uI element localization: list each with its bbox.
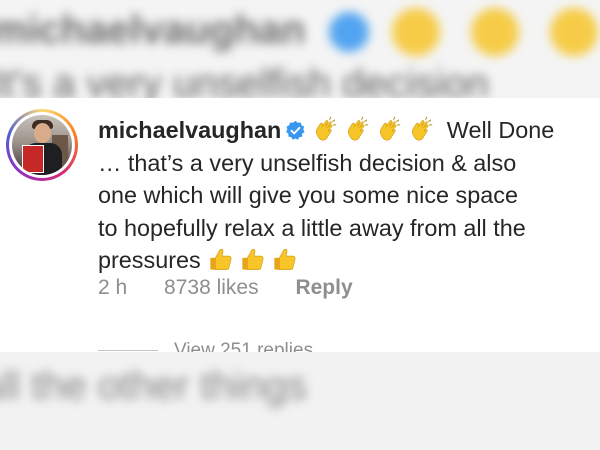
comment-line-3: to hopefully relax a little away from al… bbox=[98, 214, 526, 241]
username-link[interactable]: michaelvaughan bbox=[98, 117, 281, 143]
comment: michaelvaughan Well Done … that’s a very… bbox=[0, 100, 600, 361]
comment-line-1: … that’s a very unselfish decision & als… bbox=[98, 149, 517, 176]
bg-clap-icon bbox=[470, 8, 519, 57]
comment-time: 2 h bbox=[98, 276, 128, 299]
verified-icon bbox=[286, 120, 305, 140]
bg-verified-icon bbox=[328, 12, 369, 53]
reply-button[interactable]: Reply bbox=[295, 276, 352, 299]
bg-username: michaelvaughan bbox=[0, 8, 306, 52]
avatar-photo bbox=[12, 115, 72, 175]
thumbs-up-icon bbox=[242, 248, 264, 270]
likes-count[interactable]: 8738 likes bbox=[164, 276, 259, 299]
blurred-background-top: michaelvaughan W It's a very unselfish d… bbox=[0, 0, 600, 98]
clapping-hands-icon bbox=[348, 116, 369, 141]
thumbs-up-icon bbox=[210, 248, 232, 270]
bg-clap-icon bbox=[391, 8, 440, 57]
comment-meta: 2 h 8738 likes Reply bbox=[98, 276, 384, 300]
clapping-hands-icon bbox=[412, 116, 433, 141]
clapping-hands-icon bbox=[380, 116, 401, 141]
comment-line-4: pressures bbox=[98, 247, 201, 273]
comment-text: michaelvaughan Well Done … that’s a very… bbox=[98, 114, 592, 277]
comment-text-head: Well Done bbox=[446, 117, 555, 143]
bg-bottom-text: all the other things bbox=[0, 364, 307, 408]
thumbs-up-icon bbox=[274, 248, 296, 270]
comment-line-2: one which will give you some nice space bbox=[98, 182, 518, 208]
avatar[interactable] bbox=[6, 109, 78, 181]
blurred-background-bottom: all the other things bbox=[0, 352, 600, 450]
clapping-hands-icon bbox=[316, 116, 337, 141]
bg-comment-text: It's a very unselfish decision bbox=[0, 62, 489, 98]
bg-clap-icon bbox=[549, 8, 598, 57]
